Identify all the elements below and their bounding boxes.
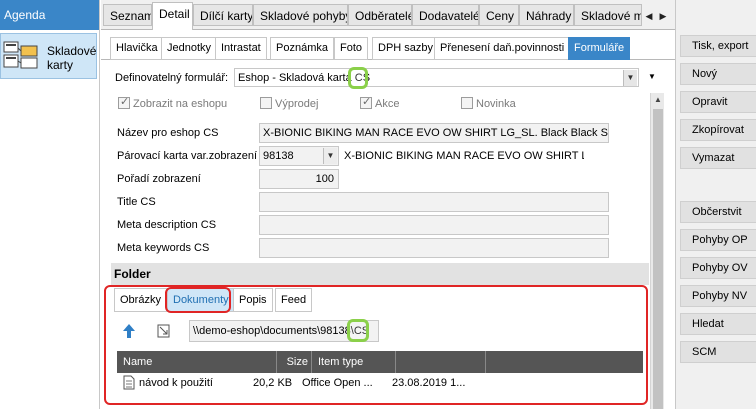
folder-section-highlight — [104, 285, 648, 405]
subtab-hlavicka[interactable]: Hlavička — [110, 37, 164, 60]
name-field[interactable]: X-BIONIC BIKING MAN RACE EVO OW SHIRT LG… — [259, 123, 609, 143]
obcerstvit-button[interactable]: Občerstvit — [680, 201, 756, 223]
form-panel: Definovatelný formulář: Eshop - Skladová… — [101, 61, 675, 409]
title-label: Title CS — [117, 196, 156, 208]
tab-skladove-me[interactable]: Skladové me — [574, 4, 642, 26]
title-field[interactable] — [259, 192, 609, 212]
chevron-down-icon[interactable]: ▼ — [623, 70, 637, 86]
checkbox-box[interactable] — [360, 95, 372, 109]
sub-tab-bar: Hlavička Jednotky Intrastat Poznámka Fot… — [101, 30, 675, 60]
agenda-item-label-line2: karty — [47, 58, 74, 72]
folder-header: Folder — [111, 263, 649, 285]
tab-nahrady[interactable]: Náhrady — [519, 4, 574, 26]
pohyby-ov-button[interactable]: Pohyby OV — [680, 257, 756, 279]
opravit-button[interactable]: Opravit — [680, 91, 756, 113]
checkbox-zobrazit-na-eshopu[interactable]: Zobrazit na eshopu — [118, 95, 228, 110]
checkbox-label: Zobrazit na eshopu — [133, 98, 228, 110]
tab-dodavatele[interactable]: Dodavatelé — [412, 4, 479, 26]
agenda-item-label-line1: Skladové — [47, 44, 97, 58]
subtab-intrastat[interactable]: Intrastat — [215, 37, 267, 60]
checkbox-box[interactable] — [461, 97, 473, 109]
scroll-thumb[interactable] — [653, 109, 663, 409]
subtab-poznamka[interactable]: Poznámka — [270, 37, 334, 60]
order-field[interactable]: 100 — [259, 169, 339, 189]
tisk-export-button[interactable]: Tisk, export — [680, 35, 756, 57]
agenda-panel: Agenda Skladové karty — [0, 0, 100, 409]
agenda-title[interactable]: Agenda — [0, 0, 99, 30]
zkopirovat-button[interactable]: Zkopírovat — [680, 119, 756, 141]
definable-form-select[interactable]: Eshop - Skladová karta CS — [234, 68, 639, 87]
subtab-foto[interactable]: Foto — [334, 37, 369, 60]
hledat-button[interactable]: Hledat — [680, 313, 756, 335]
scroll-right-icon[interactable]: ▶ — [656, 7, 670, 25]
agenda-item-label: Skladové karty — [47, 44, 96, 72]
pairing-label: Párovací karta var.zobrazení — [117, 150, 258, 162]
meta-description-label: Meta description CS — [117, 219, 217, 231]
tab-seznam[interactable]: Seznam — [103, 4, 152, 26]
tab-ceny[interactable]: Ceny — [479, 4, 519, 26]
order-label: Pořadí zobrazení — [117, 173, 201, 185]
meta-description-field[interactable] — [259, 215, 609, 235]
meta-keywords-field[interactable] — [259, 238, 609, 258]
scroll-left-icon[interactable]: ◀ — [642, 7, 656, 25]
checkbox-vyprodej[interactable]: Výprodej — [260, 97, 318, 110]
checkbox-label: Akce — [375, 98, 400, 110]
menu-down-icon[interactable]: ▼ — [648, 72, 656, 81]
subtab-preneseni[interactable]: Přenesení daň.povinnosti — [434, 37, 571, 60]
checkbox-label: Novinka — [476, 98, 516, 110]
tab-scroll-buttons: ◀ ▶ — [642, 7, 672, 25]
pohyby-op-button[interactable]: Pohyby OP — [680, 229, 756, 251]
top-tab-bar: Seznam Detail Dílčí karty Skladové pohyb… — [101, 0, 675, 31]
tab-skladove-pohyby[interactable]: Skladové pohyby — [253, 4, 348, 26]
cs-highlight — [348, 67, 368, 89]
definable-form-label: Definovatelný formulář: — [115, 72, 229, 84]
actions-panel: Tisk, export Nový Opravit Zkopírovat Vym… — [675, 0, 756, 409]
tab-dilci-karty[interactable]: Dílčí karty — [193, 4, 253, 26]
checkbox-akce[interactable]: Akce — [360, 95, 400, 110]
pairing-text: X-BIONIC BIKING MAN RACE EVO OW SHIRT LG… — [344, 150, 584, 162]
pairing-dropdown-icon[interactable]: ▼ — [323, 148, 337, 164]
tab-detail[interactable]: Detail — [152, 2, 193, 31]
scroll-up-icon[interactable]: ▲ — [651, 93, 665, 107]
checkbox-novinka[interactable]: Novinka — [461, 97, 516, 110]
stock-cards-icon — [3, 41, 38, 69]
scm-button[interactable]: SCM — [680, 341, 756, 363]
name-label: Název pro eshop CS — [117, 127, 219, 139]
checkbox-label: Výprodej — [275, 98, 319, 110]
agenda-item-skladove-karty[interactable]: Skladové karty — [0, 33, 97, 79]
vymazat-button[interactable]: Vymazat — [680, 147, 756, 169]
subtab-jednotky[interactable]: Jednotky — [161, 37, 218, 60]
subtab-dph-sazby[interactable]: DPH sazby — [372, 37, 440, 60]
meta-keywords-label: Meta keywords CS — [117, 242, 210, 254]
subtab-formulare[interactable]: Formuláře — [568, 37, 631, 60]
novy-button[interactable]: Nový — [680, 63, 756, 85]
form-scrollbar[interactable]: ▲ — [650, 93, 664, 409]
pohyby-nv-button[interactable]: Pohyby NV — [680, 285, 756, 307]
checkbox-box[interactable] — [260, 97, 272, 109]
tab-odberatele[interactable]: Odběratelé — [348, 4, 412, 26]
checkbox-box[interactable] — [118, 95, 130, 109]
